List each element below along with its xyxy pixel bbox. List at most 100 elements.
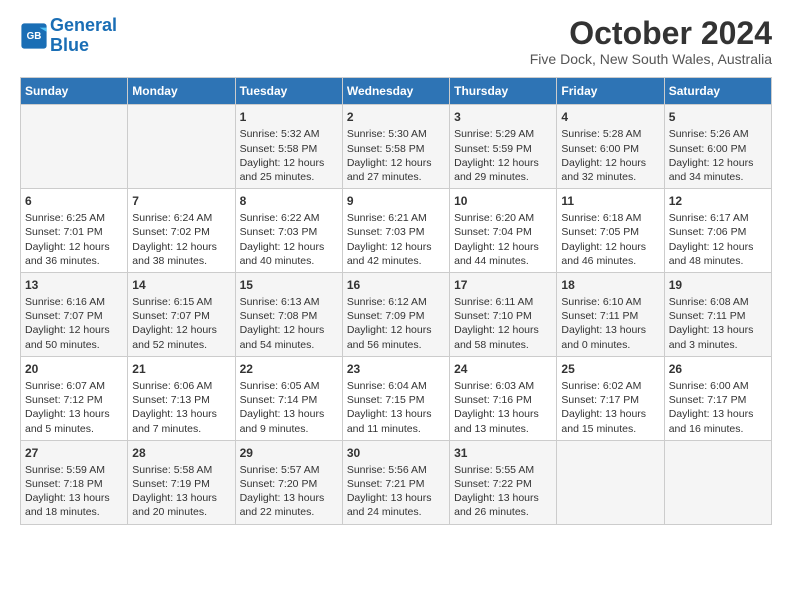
day-number: 8 (240, 193, 338, 209)
page-header: GB General Blue October 2024 Five Dock, … (20, 16, 772, 67)
day-info: Sunrise: 6:06 AM Sunset: 7:13 PM Dayligh… (132, 379, 230, 436)
day-info: Sunrise: 6:17 AM Sunset: 7:06 PM Dayligh… (669, 211, 767, 268)
day-info: Sunrise: 5:57 AM Sunset: 7:20 PM Dayligh… (240, 463, 338, 520)
calendar-cell: 7Sunrise: 6:24 AM Sunset: 7:02 PM Daylig… (128, 189, 235, 273)
day-number: 26 (669, 361, 767, 377)
day-number: 28 (132, 445, 230, 461)
calendar-cell: 18 Sunrise: 6:10 AM Sunset: 7:11 PM Dayli… (557, 272, 664, 356)
day-number: 18 (561, 277, 659, 293)
day-info: Sunrise: 5:28 AM Sunset: 6:00 PM Dayligh… (561, 127, 659, 184)
calendar-cell: 28 Sunrise: 5:58 AM Sunset: 7:19 PM Dayli… (128, 440, 235, 524)
calendar-cell: 13 Sunrise: 6:16 AM Sunset: 7:07 PM Dayli… (21, 272, 128, 356)
calendar-week-1: 1Sunrise: 5:32 AM Sunset: 5:58 PM Daylig… (21, 105, 772, 189)
day-number: 30 (347, 445, 445, 461)
calendar-cell: 8 Sunrise: 6:22 AM Sunset: 7:03 PM Daylig… (235, 189, 342, 273)
calendar-cell: 6 Sunrise: 6:25 AM Sunset: 7:01 PM Daylig… (21, 189, 128, 273)
col-monday: Monday (128, 78, 235, 105)
calendar-week-5: 27Sunrise: 5:59 AM Sunset: 7:18 PM Dayli… (21, 440, 772, 524)
calendar-cell: 26 Sunrise: 6:00 AM Sunset: 7:17 PM Dayli… (664, 356, 771, 440)
calendar-header-row: Sunday Monday Tuesday Wednesday Thursday… (21, 78, 772, 105)
day-info: Sunrise: 6:00 AM Sunset: 7:17 PM Dayligh… (669, 379, 767, 436)
calendar-cell: 21 Sunrise: 6:06 AM Sunset: 7:13 PM Dayli… (128, 356, 235, 440)
day-info: Sunrise: 6:20 AM Sunset: 7:04 PM Dayligh… (454, 211, 552, 268)
calendar-title: October 2024 (530, 16, 772, 51)
calendar-week-2: 6 Sunrise: 6:25 AM Sunset: 7:01 PM Daylig… (21, 189, 772, 273)
day-info: Sunrise: 5:29 AM Sunset: 5:59 PM Dayligh… (454, 127, 552, 184)
day-info: Sunrise: 6:22 AM Sunset: 7:03 PM Dayligh… (240, 211, 338, 268)
day-info: Sunrise: 6:25 AM Sunset: 7:01 PM Dayligh… (25, 211, 123, 268)
calendar-cell: 1Sunrise: 5:32 AM Sunset: 5:58 PM Daylig… (235, 105, 342, 189)
calendar-week-3: 13 Sunrise: 6:16 AM Sunset: 7:07 PM Dayli… (21, 272, 772, 356)
day-number: 22 (240, 361, 338, 377)
calendar-cell: 16 Sunrise: 6:12 AM Sunset: 7:09 PM Dayli… (342, 272, 449, 356)
day-info: Sunrise: 6:03 AM Sunset: 7:16 PM Dayligh… (454, 379, 552, 436)
day-info: Sunrise: 6:10 AM Sunset: 7:11 PM Dayligh… (561, 295, 659, 352)
calendar-cell (664, 440, 771, 524)
day-info: Sunrise: 6:04 AM Sunset: 7:15 PM Dayligh… (347, 379, 445, 436)
title-block: October 2024 Five Dock, New South Wales,… (530, 16, 772, 67)
calendar-cell (128, 105, 235, 189)
day-number: 4 (561, 109, 659, 125)
day-number: 5 (669, 109, 767, 125)
col-tuesday: Tuesday (235, 78, 342, 105)
day-number: 20 (25, 361, 123, 377)
calendar-cell: 15 Sunrise: 6:13 AM Sunset: 7:08 PM Dayli… (235, 272, 342, 356)
calendar-cell: 3 Sunrise: 5:29 AM Sunset: 5:59 PM Daylig… (450, 105, 557, 189)
logo: GB General Blue (20, 16, 117, 56)
day-number: 14 (132, 277, 230, 293)
day-info: Sunrise: 6:24 AM Sunset: 7:02 PM Dayligh… (132, 211, 230, 268)
calendar-cell: 11 Sunrise: 6:18 AM Sunset: 7:05 PM Dayli… (557, 189, 664, 273)
day-number: 21 (132, 361, 230, 377)
day-info: Sunrise: 6:21 AM Sunset: 7:03 PM Dayligh… (347, 211, 445, 268)
calendar-cell: 29 Sunrise: 5:57 AM Sunset: 7:20 PM Dayli… (235, 440, 342, 524)
day-number: 11 (561, 193, 659, 209)
svg-text:GB: GB (27, 31, 42, 42)
calendar-cell: 5 Sunrise: 5:26 AM Sunset: 6:00 PM Daylig… (664, 105, 771, 189)
day-info: Sunrise: 5:58 AM Sunset: 7:19 PM Dayligh… (132, 463, 230, 520)
day-number: 13 (25, 277, 123, 293)
calendar-cell: 23Sunrise: 6:04 AM Sunset: 7:15 PM Dayli… (342, 356, 449, 440)
day-info: Sunrise: 5:56 AM Sunset: 7:21 PM Dayligh… (347, 463, 445, 520)
calendar-table: Sunday Monday Tuesday Wednesday Thursday… (20, 77, 772, 524)
day-number: 17 (454, 277, 552, 293)
calendar-week-4: 20Sunrise: 6:07 AM Sunset: 7:12 PM Dayli… (21, 356, 772, 440)
day-number: 16 (347, 277, 445, 293)
calendar-cell: 24 Sunrise: 6:03 AM Sunset: 7:16 PM Dayli… (450, 356, 557, 440)
day-info: Sunrise: 6:13 AM Sunset: 7:08 PM Dayligh… (240, 295, 338, 352)
day-info: Sunrise: 6:05 AM Sunset: 7:14 PM Dayligh… (240, 379, 338, 436)
day-number: 6 (25, 193, 123, 209)
day-info: Sunrise: 6:16 AM Sunset: 7:07 PM Dayligh… (25, 295, 123, 352)
day-info: Sunrise: 6:12 AM Sunset: 7:09 PM Dayligh… (347, 295, 445, 352)
calendar-cell: 25Sunrise: 6:02 AM Sunset: 7:17 PM Dayli… (557, 356, 664, 440)
day-number: 12 (669, 193, 767, 209)
day-info: Sunrise: 5:26 AM Sunset: 6:00 PM Dayligh… (669, 127, 767, 184)
day-info: Sunrise: 6:08 AM Sunset: 7:11 PM Dayligh… (669, 295, 767, 352)
calendar-cell (557, 440, 664, 524)
day-info: Sunrise: 5:30 AM Sunset: 5:58 PM Dayligh… (347, 127, 445, 184)
col-sunday: Sunday (21, 78, 128, 105)
calendar-cell: 4 Sunrise: 5:28 AM Sunset: 6:00 PM Daylig… (557, 105, 664, 189)
col-saturday: Saturday (664, 78, 771, 105)
day-number: 29 (240, 445, 338, 461)
day-info: Sunrise: 6:18 AM Sunset: 7:05 PM Dayligh… (561, 211, 659, 268)
calendar-cell: 19Sunrise: 6:08 AM Sunset: 7:11 PM Dayli… (664, 272, 771, 356)
calendar-cell: 10Sunrise: 6:20 AM Sunset: 7:04 PM Dayli… (450, 189, 557, 273)
col-friday: Friday (557, 78, 664, 105)
day-number: 3 (454, 109, 552, 125)
day-number: 24 (454, 361, 552, 377)
calendar-cell: 12 Sunrise: 6:17 AM Sunset: 7:06 PM Dayli… (664, 189, 771, 273)
calendar-cell: 9 Sunrise: 6:21 AM Sunset: 7:03 PM Daylig… (342, 189, 449, 273)
calendar-cell: 27Sunrise: 5:59 AM Sunset: 7:18 PM Dayli… (21, 440, 128, 524)
day-number: 9 (347, 193, 445, 209)
calendar-cell: 22 Sunrise: 6:05 AM Sunset: 7:14 PM Dayli… (235, 356, 342, 440)
day-number: 2 (347, 109, 445, 125)
logo-text: General Blue (50, 16, 117, 56)
calendar-cell (21, 105, 128, 189)
logo-blue: Blue (50, 35, 89, 55)
calendar-cell: 2 Sunrise: 5:30 AM Sunset: 5:58 PM Daylig… (342, 105, 449, 189)
day-number: 1 (240, 109, 338, 125)
day-number: 31 (454, 445, 552, 461)
calendar-cell: 30 Sunrise: 5:56 AM Sunset: 7:21 PM Dayli… (342, 440, 449, 524)
col-wednesday: Wednesday (342, 78, 449, 105)
day-number: 15 (240, 277, 338, 293)
